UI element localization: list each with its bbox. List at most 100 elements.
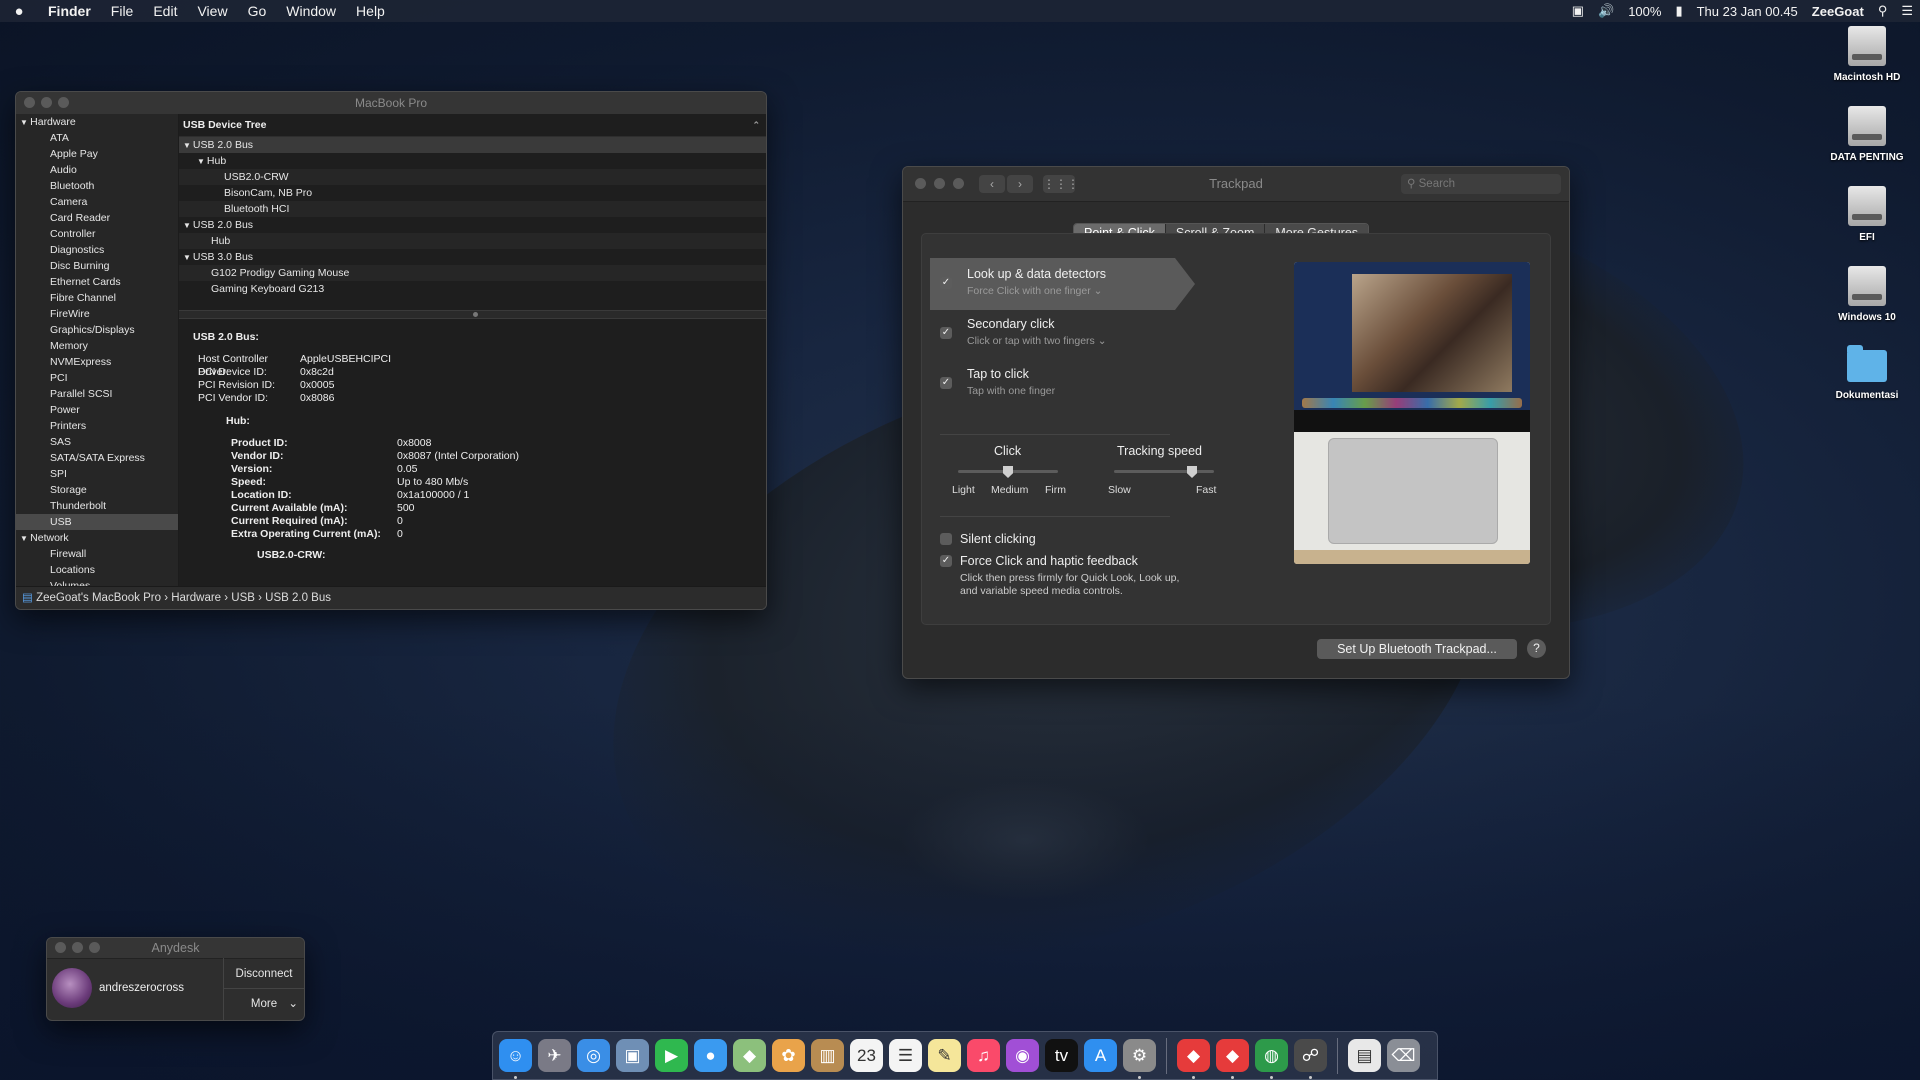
- minimize-button[interactable]: [934, 178, 945, 189]
- close-button[interactable]: [24, 97, 35, 108]
- tree-row[interactable]: Hub: [179, 233, 766, 249]
- sidebar-item[interactable]: FireWire: [16, 306, 178, 322]
- split-view-divider[interactable]: [179, 310, 766, 319]
- anydesk-icon[interactable]: ◆: [1177, 1039, 1210, 1079]
- sidebar-item[interactable]: ATA: [16, 130, 178, 146]
- tree-row[interactable]: Bluetooth HCI: [179, 201, 766, 217]
- launchpad-icon[interactable]: ✈: [538, 1039, 571, 1072]
- sidebar-item[interactable]: PCI: [16, 370, 178, 386]
- documents-stack-icon[interactable]: ▤: [1348, 1039, 1381, 1072]
- desktop-icon[interactable]: Windows 10: [1812, 266, 1920, 323]
- sidebar-item[interactable]: Apple Pay: [16, 146, 178, 162]
- disconnect-button[interactable]: Disconnect: [224, 960, 304, 989]
- desktop-icon[interactable]: EFI: [1812, 186, 1920, 243]
- sidebar-item[interactable]: Camera: [16, 194, 178, 210]
- notes-book-icon[interactable]: ▥: [811, 1039, 844, 1072]
- window-titlebar[interactable]: ‹ › ⋮⋮⋮ Trackpad ⚲ Search: [903, 167, 1569, 202]
- sidebar-item[interactable]: Graphics/Displays: [16, 322, 178, 338]
- minimize-button[interactable]: [72, 942, 83, 953]
- menu-edit[interactable]: Edit: [143, 3, 187, 19]
- setup-bluetooth-trackpad-button[interactable]: Set Up Bluetooth Trackpad...: [1317, 639, 1517, 659]
- sidebar-item[interactable]: Volumes: [16, 578, 178, 586]
- zoom-button[interactable]: [89, 942, 100, 953]
- more-button[interactable]: More ⌄: [224, 990, 304, 1018]
- window-titlebar[interactable]: Anydesk: [47, 938, 304, 959]
- user-menu[interactable]: ZeeGoat: [1805, 4, 1871, 19]
- messages-icon[interactable]: ●: [694, 1039, 727, 1072]
- back-button[interactable]: ‹: [979, 175, 1005, 193]
- maps-icon[interactable]: ◆: [733, 1039, 766, 1072]
- help-button[interactable]: ?: [1527, 639, 1546, 658]
- window-titlebar[interactable]: MacBook Pro: [16, 92, 766, 115]
- preview-icon[interactable]: ▣: [616, 1039, 649, 1072]
- tree-row[interactable]: ▼ Hub: [179, 153, 766, 169]
- show-all-grid-icon[interactable]: ⋮⋮⋮: [1043, 175, 1079, 193]
- menu-go[interactable]: Go: [238, 3, 277, 19]
- option-subtitle[interactable]: Click or tap with two fingers ⌄: [967, 335, 1107, 347]
- menu-app-name[interactable]: Finder: [38, 3, 101, 19]
- sidebar-item[interactable]: Disc Burning: [16, 258, 178, 274]
- sidebar-item[interactable]: Diagnostics: [16, 242, 178, 258]
- apple-menu-icon[interactable]: ●: [0, 3, 38, 20]
- sidebar-item[interactable]: SAS: [16, 434, 178, 450]
- sidebar-item[interactable]: USB: [16, 514, 178, 530]
- click-slider-knob[interactable]: [1003, 466, 1013, 478]
- notification-center-icon[interactable]: ☰: [1894, 3, 1920, 19]
- tv-icon[interactable]: tv: [1045, 1039, 1078, 1072]
- tree-row[interactable]: BisonCam, NB Pro: [179, 185, 766, 201]
- sidebar-item[interactable]: Audio: [16, 162, 178, 178]
- tracking-speed-slider[interactable]: [1114, 466, 1214, 478]
- sidebar-item[interactable]: Parallel SCSI: [16, 386, 178, 402]
- sidebar-item[interactable]: SPI: [16, 466, 178, 482]
- sidebar-item[interactable]: Fibre Channel: [16, 290, 178, 306]
- sort-chevron-icon[interactable]: ⌃: [752, 114, 760, 136]
- menu-file[interactable]: File: [101, 3, 144, 19]
- clock[interactable]: Thu 23 Jan 00.45: [1690, 4, 1805, 19]
- safari-icon[interactable]: ◎: [577, 1039, 610, 1072]
- option-subtitle[interactable]: Force Click with one finger ⌄: [967, 285, 1102, 297]
- minimize-button[interactable]: [41, 97, 52, 108]
- disclosure-triangle-icon[interactable]: ▼: [20, 118, 30, 127]
- facetime-icon[interactable]: ▶: [655, 1039, 688, 1072]
- finder-icon[interactable]: ☺: [499, 1039, 532, 1079]
- display-status-icon[interactable]: ▣: [1565, 3, 1591, 19]
- sidebar-item[interactable]: Card Reader: [16, 210, 178, 226]
- secondary-click-checkbox[interactable]: ✓: [940, 327, 952, 339]
- silent-clicking-checkbox[interactable]: [940, 533, 952, 545]
- desktop-icon[interactable]: Dokumentasi: [1812, 345, 1920, 401]
- sidebar-item[interactable]: Memory: [16, 338, 178, 354]
- close-button[interactable]: [55, 942, 66, 953]
- desktop-icon[interactable]: DATA PENTING: [1812, 106, 1920, 163]
- option-lookup[interactable]: ✓ Look up & data detectors Force Click w…: [930, 258, 1195, 310]
- tree-row[interactable]: ▼ USB 2.0 Bus: [179, 137, 766, 153]
- force-click-checkbox[interactable]: ✓: [940, 555, 952, 567]
- close-button[interactable]: [915, 178, 926, 189]
- disclosure-triangle-icon[interactable]: ▼: [183, 253, 191, 262]
- tree-row[interactable]: G102 Prodigy Gaming Mouse: [179, 265, 766, 281]
- option-tap-to-click[interactable]: ✓ Tap to click Tap with one finger: [930, 358, 1175, 410]
- sidebar-group[interactable]: ▼ Network: [16, 530, 178, 546]
- reminders-icon[interactable]: ☰: [889, 1039, 922, 1072]
- sidebar-item[interactable]: Bluetooth: [16, 178, 178, 194]
- search-field[interactable]: ⚲ Search: [1401, 174, 1561, 194]
- tracking-speed-knob[interactable]: [1187, 466, 1197, 478]
- lookup-checkbox[interactable]: ✓: [940, 277, 952, 289]
- tree-row[interactable]: Gaming Keyboard G213: [179, 281, 766, 297]
- menu-window[interactable]: Window: [276, 3, 346, 19]
- battery-percent[interactable]: 100%: [1621, 4, 1668, 19]
- system-info-icon[interactable]: ☍: [1294, 1039, 1327, 1079]
- desktop-icon[interactable]: Macintosh HD: [1812, 26, 1920, 83]
- sidebar-item[interactable]: Storage: [16, 482, 178, 498]
- sidebar-item[interactable]: NVMExpress: [16, 354, 178, 370]
- notes-icon[interactable]: ✎: [928, 1039, 961, 1072]
- forward-button[interactable]: ›: [1007, 175, 1033, 193]
- zoom-button[interactable]: [953, 178, 964, 189]
- anydesk-alt-icon[interactable]: ◆: [1216, 1039, 1249, 1079]
- podcasts-icon[interactable]: ◉: [1006, 1039, 1039, 1072]
- path-text[interactable]: ZeeGoat's MacBook Pro › Hardware › USB ›…: [36, 592, 331, 604]
- menu-view[interactable]: View: [187, 3, 237, 19]
- disclosure-triangle-icon[interactable]: ▼: [183, 221, 191, 230]
- music-icon[interactable]: ♫: [967, 1039, 1000, 1072]
- option-secondary-click[interactable]: ✓ Secondary click Click or tap with two …: [930, 308, 1175, 360]
- sidebar-item[interactable]: Power: [16, 402, 178, 418]
